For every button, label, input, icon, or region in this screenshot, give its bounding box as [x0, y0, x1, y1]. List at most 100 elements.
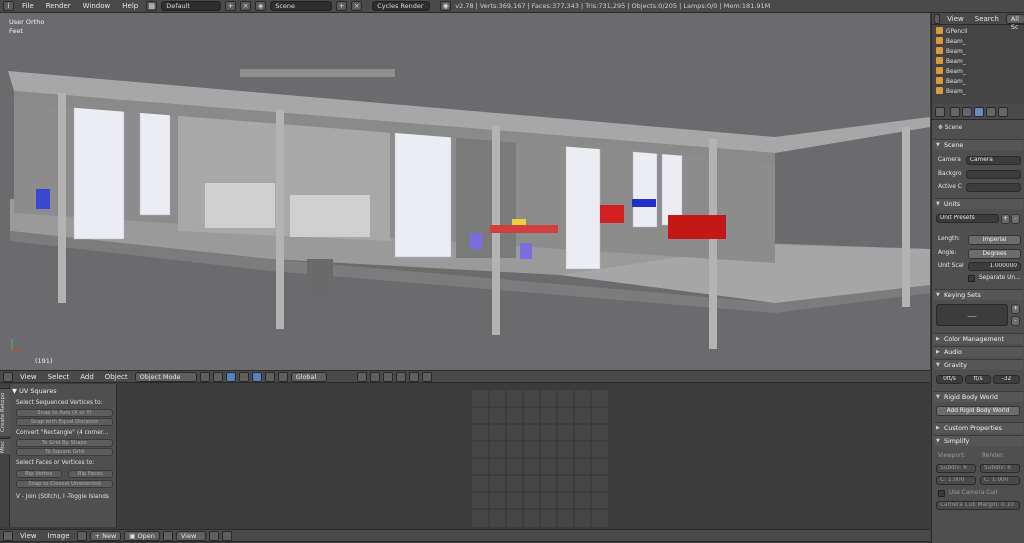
mode-select[interactable]: Object Mode [134, 371, 197, 382]
manipulator-icon[interactable] [238, 371, 249, 382]
3d-viewport[interactable]: User Ortho Feet (191) [0, 13, 930, 370]
section-keying-sets[interactable]: Keying Sets [934, 289, 1023, 301]
camera-cull-checkbox[interactable] [938, 490, 945, 497]
uv-menu-image[interactable]: Image [44, 532, 74, 540]
translate-icon[interactable] [251, 371, 262, 382]
orientation-select[interactable]: Global [290, 371, 327, 382]
new-image-button[interactable]: + New [89, 530, 122, 541]
unit-presets-select[interactable]: Unit Presets [936, 214, 999, 223]
length-select[interactable]: Imperial [968, 235, 1021, 245]
section-audio[interactable]: Audio [934, 346, 1023, 358]
unit-scale-field[interactable]: 1.000000 [968, 262, 1021, 271]
scene-field[interactable]: Scene [270, 1, 333, 11]
scene-icon[interactable]: ◈ [255, 1, 267, 11]
scene-close-icon[interactable]: × [351, 1, 363, 11]
active-clip-field[interactable] [966, 183, 1021, 192]
proportional-icon[interactable] [369, 371, 380, 382]
section-gravity[interactable]: Gravity [934, 359, 1023, 371]
gravity-z-field[interactable]: -32 [993, 375, 1020, 384]
camera-cull-margin-field[interactable]: Camera Cull Margin: 0.10 [936, 501, 1020, 510]
rip-vertex-button[interactable]: Rip Vertex [16, 470, 62, 478]
subdiv-render-field[interactable]: Subdiv: 6 [980, 464, 1020, 473]
pivot-uv-icon[interactable] [208, 530, 219, 541]
section-units[interactable]: Units [934, 198, 1023, 210]
section-scene[interactable]: Scene [934, 139, 1023, 151]
menu-render[interactable]: Render [42, 2, 75, 10]
section-simplify[interactable]: Simplify [934, 435, 1023, 447]
scene-add-icon[interactable]: + [336, 1, 348, 11]
camera-field[interactable]: Camera [966, 156, 1021, 165]
rotate-icon[interactable] [264, 371, 275, 382]
open-image-button[interactable]: ▣ Open [124, 530, 160, 541]
vp-menu-add[interactable]: Add [76, 373, 98, 381]
snap-equal-button[interactable]: Snap with Equal Distance [16, 418, 113, 426]
object-tab-icon[interactable] [998, 107, 1008, 117]
gravity-x-field[interactable]: 0ft/s [936, 375, 963, 384]
shading-solid-icon[interactable] [199, 371, 210, 382]
editor-type-icon[interactable]: i [3, 1, 14, 11]
layers-grid-icon[interactable] [356, 371, 367, 382]
sticky-select-icon[interactable] [221, 530, 232, 541]
unit-presets-add[interactable]: + [1001, 214, 1010, 224]
add-rigid-body-button[interactable]: Add Rigid Body World [936, 406, 1020, 416]
layout-add-icon[interactable]: + [225, 1, 237, 11]
snap-icon[interactable] [382, 371, 393, 382]
tab-misc[interactable]: Misc [0, 438, 10, 454]
child-render-field[interactable]: C: 1.000 [980, 476, 1020, 485]
snap-closest-button[interactable]: Snap to Closest Unselected [16, 480, 113, 488]
menu-window[interactable]: Window [79, 2, 115, 10]
outliner-tab-search[interactable]: Search [971, 15, 1003, 23]
gravity-y-field[interactable]: ft/s [965, 375, 991, 384]
image-browse-icon[interactable] [76, 530, 87, 541]
keying-sets-list[interactable]: ___ [936, 304, 1008, 326]
render-tab-icon[interactable] [950, 107, 960, 117]
unit-presets-remove[interactable]: - [1011, 214, 1020, 224]
menu-file[interactable]: File [18, 2, 38, 10]
render-preview-icon[interactable] [408, 371, 419, 382]
uv-sync-icon[interactable] [162, 530, 173, 541]
section-rigid-body[interactable]: Rigid Body World [934, 391, 1023, 403]
outliner-item[interactable]: GPencil [936, 27, 1024, 37]
outliner-tab-view[interactable]: View [943, 15, 968, 23]
separate-units-checkbox[interactable] [968, 275, 975, 282]
layout-close-icon[interactable]: × [240, 1, 252, 11]
outliner-display-select[interactable]: All Sc [1005, 13, 1024, 31]
vp-menu-select[interactable]: Select [44, 373, 74, 381]
pivot-icon[interactable] [212, 371, 223, 382]
snap-target-icon[interactable] [395, 371, 406, 382]
outliner-item[interactable]: Beam_ [936, 77, 1024, 87]
editor-type-3d-icon[interactable] [3, 371, 13, 382]
panel-title[interactable]: ▼ UV Squares [12, 386, 115, 396]
snap-axis-button[interactable]: Snap to Axis (X or Y) [16, 409, 113, 417]
child-viewport-field[interactable]: C: 1.000 [936, 476, 976, 485]
outliner-item[interactable]: Beam_ [936, 47, 1024, 57]
outliner-item[interactable]: Beam_ [936, 87, 1024, 97]
tab-create-retopo[interactable]: Create Retopo [0, 388, 10, 436]
editor-type-outliner-icon[interactable] [934, 13, 941, 24]
layer-toggle-icon[interactable] [225, 371, 236, 382]
rip-faces-button[interactable]: Rip Faces [67, 470, 113, 478]
outliner-item[interactable]: Beam_ [936, 67, 1024, 77]
world-tab-icon[interactable] [986, 107, 996, 117]
angle-select[interactable]: Degrees [968, 249, 1021, 259]
outliner-item[interactable]: Beam_ [936, 57, 1024, 67]
menu-help[interactable]: Help [118, 2, 142, 10]
grid-shape-button[interactable]: To Grid By Shape [16, 439, 113, 447]
editor-type-uv-icon[interactable] [3, 530, 13, 541]
keying-add[interactable]: + [1011, 304, 1020, 314]
subdiv-viewport-field[interactable]: Subdiv: 6 [936, 464, 976, 473]
vp-menu-object[interactable]: Object [101, 373, 132, 381]
layout-field[interactable]: Default [161, 1, 222, 11]
editor-type-props-icon[interactable] [935, 107, 945, 117]
render-engine-select[interactable]: Cycles Render [372, 1, 431, 11]
scale-icon[interactable] [277, 371, 288, 382]
square-grid-button[interactable]: To Square Grid [16, 448, 113, 456]
keying-remove[interactable]: - [1011, 316, 1020, 326]
uv-view-select[interactable]: View [175, 530, 206, 541]
scene-tab-icon[interactable] [974, 107, 984, 117]
opengl-render-icon[interactable] [421, 371, 432, 382]
layout-grid-icon[interactable]: ▦ [146, 1, 158, 11]
uv-menu-view[interactable]: View [16, 532, 41, 540]
section-color-management[interactable]: Color Management [934, 333, 1023, 345]
vp-menu-view[interactable]: View [16, 373, 41, 381]
